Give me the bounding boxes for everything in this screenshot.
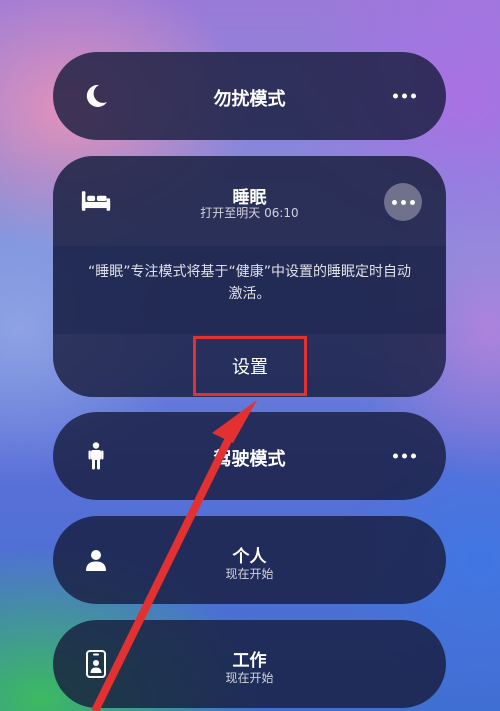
annotation-arrow bbox=[91, 400, 257, 711]
